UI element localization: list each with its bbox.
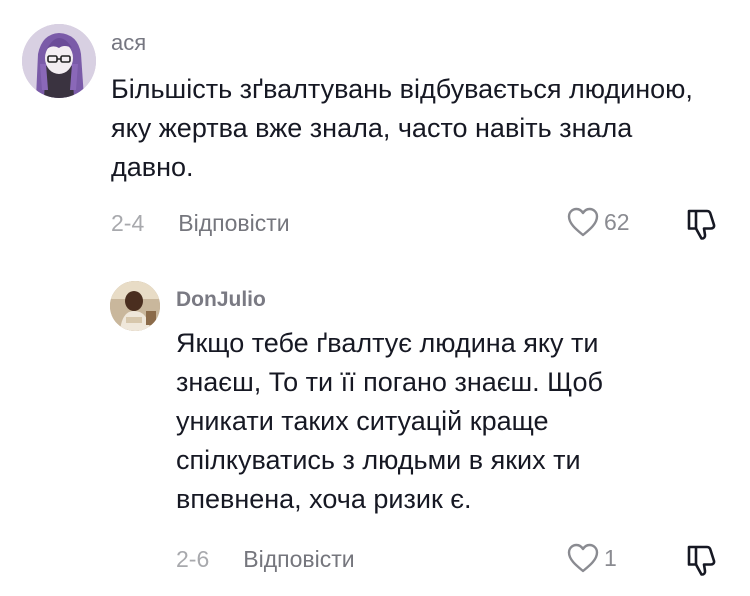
heart-outline-icon	[567, 543, 599, 573]
thumbs-down-outline-icon	[687, 209, 716, 240]
user-avatar[interactable]	[110, 281, 160, 331]
comment-meta: 2-6 Відповісти	[176, 546, 355, 573]
thumbs-down-outline-icon	[687, 545, 716, 576]
comment-text: Більшість зґвалтувань відбувається людин…	[111, 74, 693, 182]
dislike-button[interactable]	[683, 205, 719, 241]
comment-date: 2-6	[176, 546, 210, 572]
reply-comment-item: DonJulio Якщо тебе ґвалтує людина яку ти…	[0, 276, 750, 596]
comment-username[interactable]: DonJulio	[176, 288, 266, 312]
comment-date: 2-4	[111, 210, 145, 236]
comment-meta: 2-4 Відповісти	[111, 210, 290, 237]
dislike-button[interactable]	[683, 541, 719, 577]
user-avatar[interactable]	[22, 24, 96, 98]
reply-button[interactable]: Відповісти	[178, 210, 289, 237]
anime-avatar-image	[22, 24, 96, 98]
comment-username[interactable]: ася	[111, 30, 146, 56]
like-count: 1	[604, 544, 617, 571]
comment-text: Якщо тебе ґвалтує людина яку ти знаєш, Т…	[176, 328, 603, 514]
reply-button[interactable]: Відповісти	[243, 546, 354, 573]
like-count: 62	[604, 208, 630, 235]
comment-item: ася Більшість зґвалтувань відбувається л…	[0, 0, 750, 260]
heart-outline-icon	[567, 207, 599, 237]
child-photo-avatar-image	[110, 281, 160, 331]
like-button[interactable]: 1	[566, 542, 617, 574]
like-button[interactable]: 62	[566, 206, 630, 238]
